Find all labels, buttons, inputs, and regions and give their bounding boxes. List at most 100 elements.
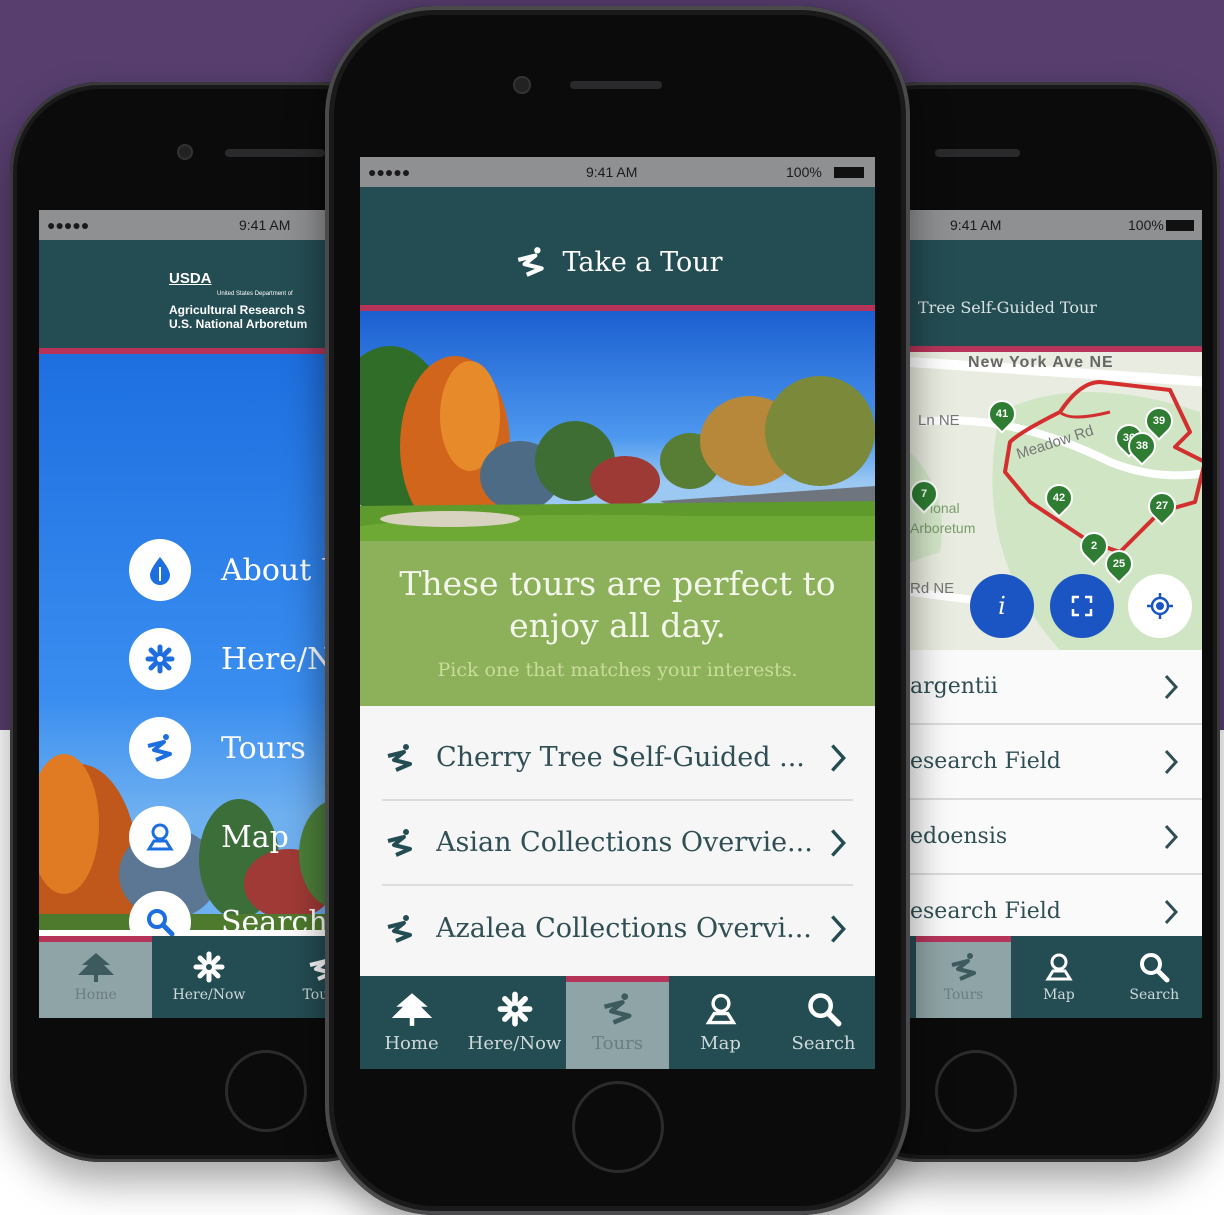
camera-icon	[177, 144, 193, 160]
map-pin-icon	[129, 806, 191, 868]
tab-label: Tours	[943, 987, 984, 1003]
flower-icon	[193, 951, 225, 983]
tab-home[interactable]: Home	[360, 976, 463, 1069]
chevron-right-icon	[1164, 749, 1179, 774]
tab-label: Here/Now	[467, 1033, 562, 1054]
tab-label: Map	[1043, 987, 1075, 1003]
tour-path-icon	[129, 717, 191, 779]
menu-label: Map	[221, 819, 289, 855]
home-button[interactable]	[572, 1081, 664, 1173]
menu-item-about[interactable]: About U	[129, 539, 346, 601]
speaker-grille	[935, 149, 1020, 157]
tour-label: Azalea Collections Overvi...	[436, 913, 812, 944]
tree-icon	[77, 953, 114, 982]
tour-path-icon	[387, 828, 412, 857]
map-road-label: Rd NE	[910, 580, 955, 597]
chevron-right-icon	[1164, 824, 1179, 849]
list-item-azalea-tour[interactable]: Azalea Collections Overvi...	[382, 886, 853, 971]
home-button[interactable]	[935, 1050, 1017, 1132]
expand-icon	[1071, 595, 1093, 617]
tab-search[interactable]: Search	[772, 976, 875, 1069]
tab-label: Home	[74, 987, 117, 1003]
chevron-right-icon	[1164, 899, 1179, 924]
tab-map[interactable]: Map	[669, 976, 772, 1069]
battery-icon	[1166, 220, 1194, 231]
chevron-right-icon	[831, 743, 846, 772]
tab-label: Map	[700, 1033, 741, 1054]
status-time: 9:41 AM	[950, 217, 1002, 233]
fullscreen-button[interactable]	[1050, 574, 1114, 638]
status-time: 9:41 AM	[586, 164, 638, 180]
menu-label: Search	[221, 904, 328, 940]
tour-path-icon	[951, 953, 976, 981]
search-icon	[1140, 953, 1170, 983]
tab-bar: Home Here/Now Tours Map Search	[360, 976, 875, 1069]
tab-tours[interactable]: Tours	[566, 976, 669, 1069]
list-item-label: argentii	[910, 674, 998, 699]
menu-label: Tours	[221, 730, 306, 766]
chevron-right-icon	[1164, 674, 1179, 699]
status-bar: ●●●●● 9:41 AM 100%	[360, 157, 875, 187]
tab-tours[interactable]: Tours	[915, 936, 1012, 1018]
header-title: Tree Self-Guided Tour	[918, 298, 1097, 317]
app-header: Take a Tour	[360, 187, 875, 305]
menu-item-map[interactable]: Map	[129, 806, 289, 868]
list-item-label: esearch Field	[910, 749, 1061, 774]
search-icon	[807, 993, 841, 1027]
info-icon: i	[998, 592, 1006, 620]
tab-here-now[interactable]: Here/Now	[463, 976, 566, 1069]
map-area-label: Arboretum	[910, 520, 976, 536]
banner-subtitle: Pick one that matches your interests.	[437, 659, 798, 681]
menu-label: Here/N	[221, 641, 334, 677]
speaker-grille	[225, 149, 325, 157]
tour-path-icon	[518, 247, 545, 277]
tab-label: Search	[791, 1033, 856, 1054]
map-pin-icon	[1045, 953, 1073, 981]
tab-map[interactable]: Map	[1011, 936, 1106, 1018]
tour-map[interactable]: New York Ave NE Meadow Rd Ln NE Rd NE io…	[910, 352, 1202, 650]
menu-item-here-now[interactable]: Here/N	[129, 628, 334, 690]
list-item-asian-tour[interactable]: Asian Collections Overvie...	[382, 801, 853, 886]
tour-path-icon	[387, 914, 412, 943]
list-item-label: edoensis	[910, 824, 1008, 849]
header-title: Take a Tour	[562, 246, 723, 278]
leaf-drop-icon	[129, 539, 191, 601]
banner-heading: These tours are perfect to enjoy all day…	[399, 564, 836, 645]
tour-label: Cherry Tree Self-Guided ...	[436, 742, 805, 773]
header-title-row: Take a Tour	[360, 245, 875, 279]
chevron-right-icon	[831, 828, 846, 857]
crosshair-icon	[1147, 593, 1173, 619]
map-road-label: New York Ave NE	[968, 354, 1114, 371]
list-item-cherry-tour[interactable]: Cherry Tree Self-Guided ...	[382, 716, 853, 801]
tree-icon	[391, 993, 432, 1026]
tour-path-icon	[387, 743, 412, 772]
list-item-label: esearch Field	[910, 899, 1061, 924]
battery-icon	[834, 167, 864, 178]
camera-icon	[513, 76, 531, 94]
tab-label: Tours	[592, 1033, 643, 1054]
usda-logo: USDA United States Department of Agricul…	[169, 270, 308, 331]
map-road-label: Ln NE	[918, 412, 960, 429]
battery-level: 100%	[786, 164, 822, 180]
intro-banner: These tours are perfect to enjoy all day…	[360, 541, 875, 706]
tab-search[interactable]: Search	[1107, 936, 1202, 1018]
speaker-grille	[570, 81, 662, 89]
tab-here-now[interactable]: Here/Now	[152, 936, 265, 1018]
chevron-right-icon	[831, 914, 846, 943]
locate-button[interactable]	[1128, 574, 1192, 638]
flower-icon	[497, 991, 532, 1027]
tour-list: Cherry Tree Self-Guided ... Asian Collec…	[360, 706, 875, 976]
menu-item-tours[interactable]: Tours	[129, 717, 306, 779]
tab-home[interactable]: Home	[39, 936, 153, 1018]
autumn-trees-illustration	[360, 346, 875, 541]
tour-path-icon	[603, 993, 631, 1025]
center-screen: ●●●●● 9:41 AM 100% Take a Tour These tou…	[360, 157, 875, 1069]
battery-level: 100%	[1128, 217, 1164, 233]
info-button[interactable]: i	[970, 574, 1034, 638]
hero-image	[360, 311, 875, 541]
tab-label: Here/Now	[172, 987, 246, 1003]
home-button[interactable]	[225, 1050, 307, 1132]
signal-indicator: ●●●●●	[368, 164, 411, 180]
tab-label: Home	[384, 1033, 439, 1054]
tab-label: Search	[1129, 987, 1180, 1003]
